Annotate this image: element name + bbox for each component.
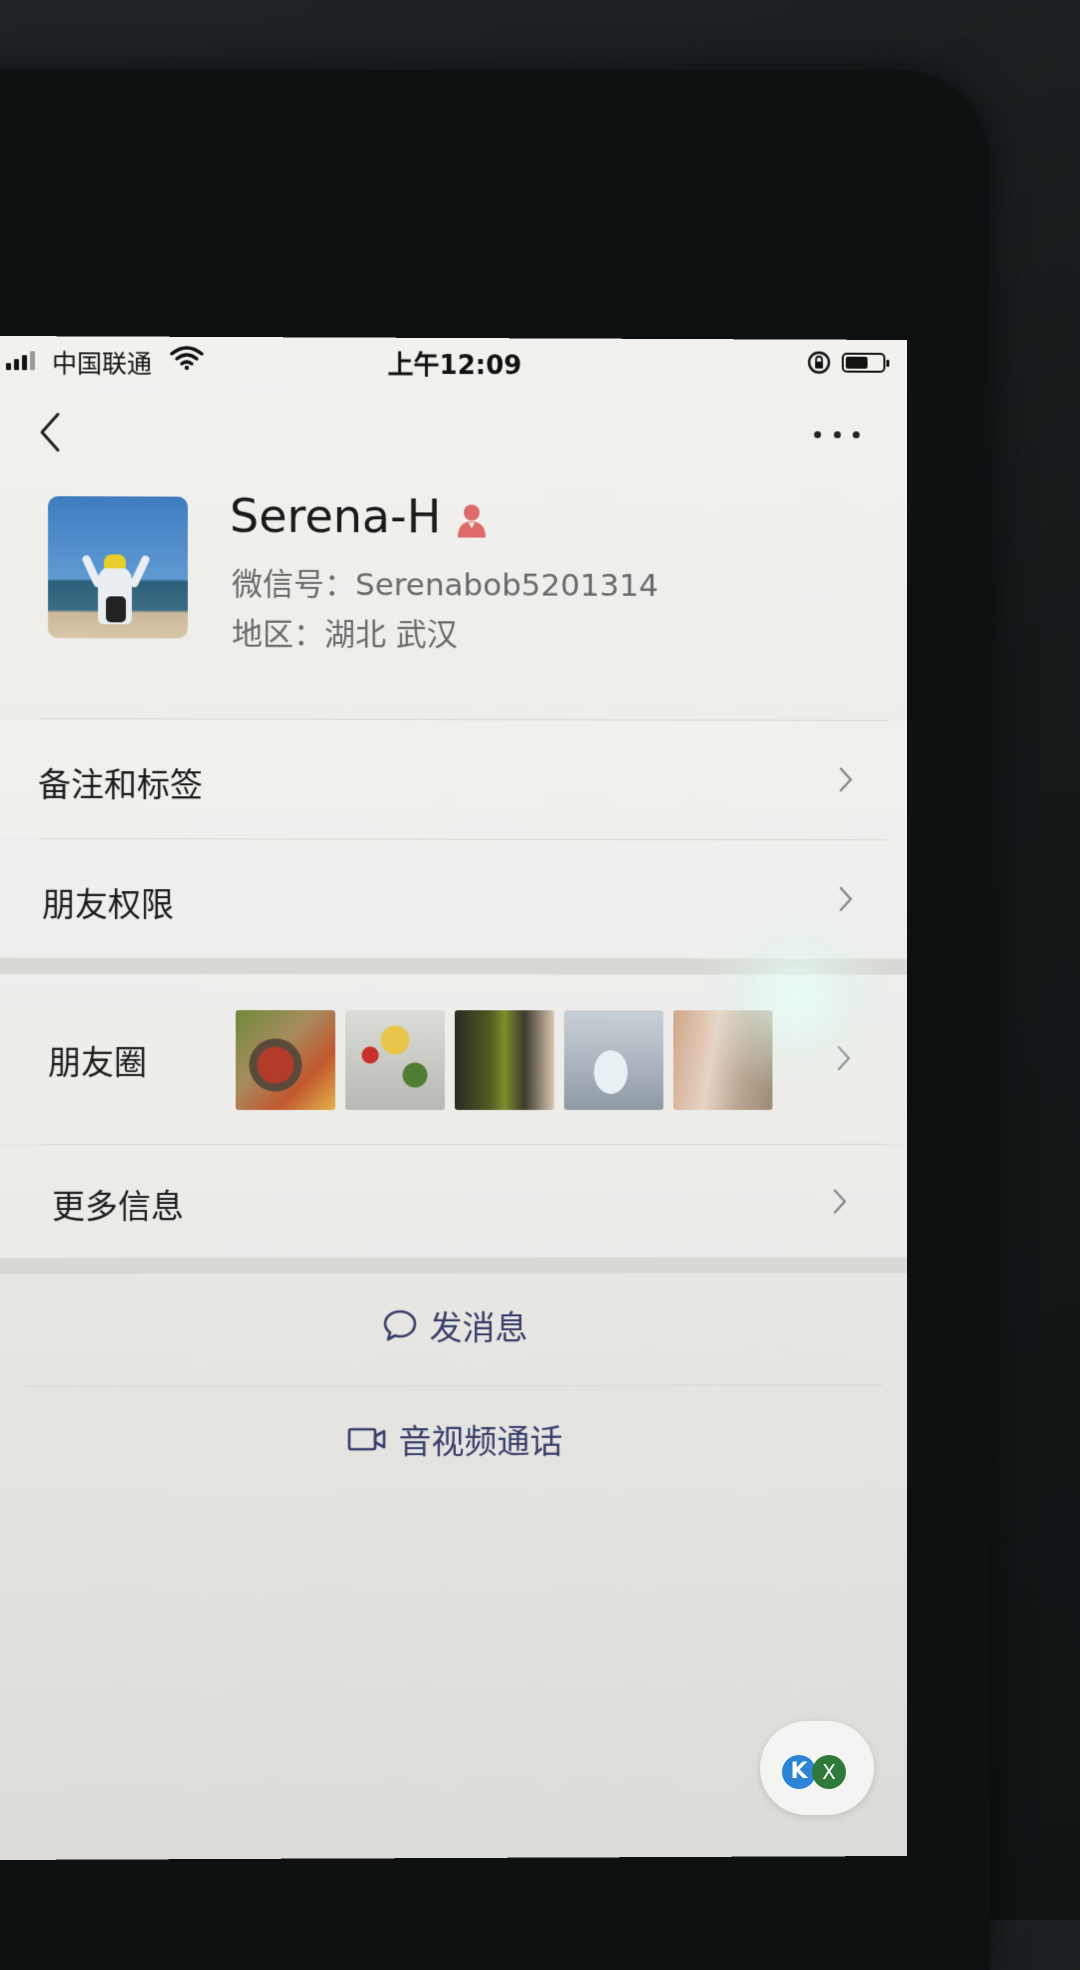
moments-thumbnail <box>673 1010 773 1110</box>
row-remarks-tags[interactable]: 备注和标签 <box>0 720 908 840</box>
send-message-button[interactable]: 发消息 <box>0 1301 907 1350</box>
status-bar: 中国联通 上午12:09 <box>0 336 907 388</box>
profile-name: Serena-H <box>229 488 442 544</box>
avatar[interactable] <box>47 496 188 639</box>
row-friend-permissions[interactable]: 朋友权限 <box>0 840 908 957</box>
moments-thumbnail <box>235 1010 336 1110</box>
k-badge-icon: K <box>782 1755 816 1789</box>
row-label: 朋友圈 <box>47 1043 147 1083</box>
chevron-right-icon <box>838 766 854 794</box>
divider <box>23 1384 884 1387</box>
floating-widget[interactable]: K X <box>760 1721 874 1815</box>
status-time: 上午12:09 <box>387 350 522 382</box>
wechat-id: 微信号：Serenabob5201314 <box>231 566 659 604</box>
chevron-right-icon <box>836 1044 852 1072</box>
row-more-info[interactable]: 更多信息 <box>0 1145 908 1258</box>
video-camera-icon <box>347 1426 387 1452</box>
chevron-right-icon <box>832 1188 848 1216</box>
video-call-button[interactable]: 音视频通话 <box>0 1414 907 1464</box>
rotation-lock-icon <box>806 350 832 376</box>
moments-thumbnail <box>564 1010 664 1110</box>
send-message-label: 发消息 <box>429 1308 528 1348</box>
section-gap <box>0 1257 908 1274</box>
row-label: 朋友权限 <box>41 885 174 925</box>
row-label: 备注和标签 <box>37 765 203 805</box>
moments-thumbnail <box>454 1010 555 1110</box>
section-gap <box>0 958 908 975</box>
close-x-icon[interactable]: X <box>812 1755 846 1789</box>
phone-screen: 中国联通 上午12:09 Serena-H 微信号：Serenabob52013… <box>0 336 908 1860</box>
chat-bubble-icon <box>382 1308 418 1342</box>
female-gender-icon <box>457 504 486 538</box>
more-options-icon[interactable] <box>814 431 860 443</box>
region: 地区：湖北 武汉 <box>231 616 458 654</box>
row-label: 更多信息 <box>51 1186 184 1226</box>
chevron-right-icon <box>838 885 854 913</box>
video-call-label: 音视频通话 <box>398 1421 563 1462</box>
moments-thumbnail <box>345 1010 445 1110</box>
back-chevron-icon[interactable] <box>36 410 64 454</box>
moments-thumbnails[interactable] <box>235 1010 773 1110</box>
battery-icon <box>841 352 886 373</box>
